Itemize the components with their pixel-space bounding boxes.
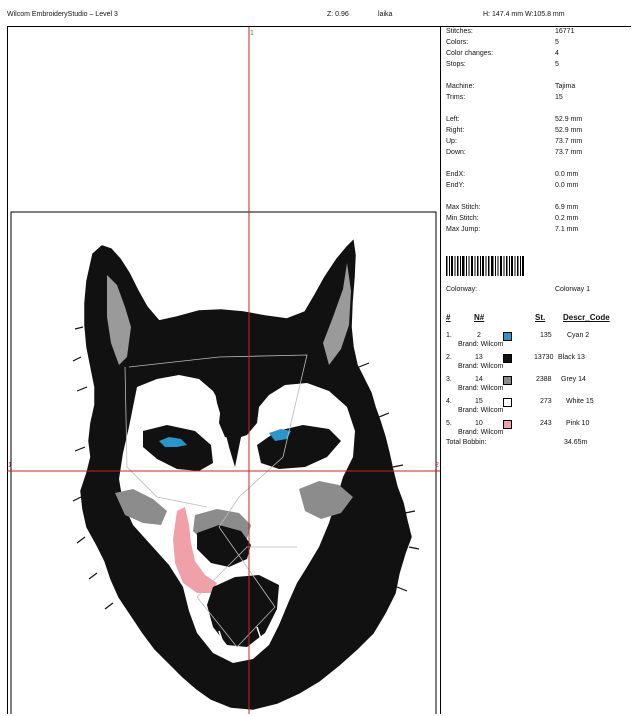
- stat-label: Left:: [446, 116, 460, 123]
- row-stitches: 13730: [534, 354, 554, 361]
- col-header-stitches: St.: [535, 313, 546, 322]
- colorway-row: Colorway: Colorway 1: [446, 286, 636, 296]
- stat-value: 52.9 mm: [555, 116, 583, 123]
- panel-divider: [440, 26, 441, 714]
- stat-value: 73.7 mm: [555, 149, 583, 156]
- colorway-label: Colorway:: [446, 286, 478, 293]
- print-preview-page: Wilcom EmbroideryStudio – Level 3 Z: 0.9…: [7, 6, 631, 714]
- stat-value: 73.7 mm: [555, 138, 583, 145]
- row-brand: Brand: Wilcom: [458, 385, 504, 392]
- stat-endy: EndY: 0.0 mm: [446, 182, 636, 192]
- guide-marker-top: 1: [250, 30, 254, 37]
- row-descr: White 15: [566, 398, 594, 405]
- stat-min-stitch: Min Stitch: 0.2 mm: [446, 215, 636, 225]
- stat-value: 52.9 mm: [555, 127, 583, 134]
- col-header-index: #: [446, 313, 451, 322]
- stat-label: Up:: [446, 138, 457, 145]
- stat-up: Up: 73.7 mm: [446, 138, 636, 148]
- guide-marker-right: 2: [435, 462, 439, 469]
- stat-label: Max Stitch:: [446, 204, 481, 211]
- colorway-value: Colorway 1: [555, 286, 591, 293]
- design-name: laika: [378, 11, 393, 18]
- stat-value: 5: [555, 61, 559, 68]
- stat-value: 6.9 mm: [555, 204, 579, 211]
- stat-stops: Stops: 5: [446, 61, 636, 71]
- stat-max-jump: Max Jump: 7.1 mm: [446, 226, 636, 236]
- stat-label: EndY:: [446, 182, 465, 189]
- stat-label: Color changes:: [446, 50, 494, 57]
- page-header: Wilcom EmbroideryStudio – Level 3 Z: 0.9…: [7, 6, 631, 26]
- stat-color-changes: Color changes: 4: [446, 50, 636, 60]
- wolf-design: [7, 27, 440, 714]
- row-stitches: 273: [540, 398, 552, 405]
- guide-marker-left: 1: [8, 462, 12, 469]
- stat-value: 7.1 mm: [555, 226, 579, 233]
- stat-machine: Machine: Tajima: [446, 83, 636, 93]
- stat-value: 5: [555, 39, 559, 46]
- stat-max-stitch: Max Stitch: 6.9 mm: [446, 204, 636, 214]
- stat-label: Max Jump:: [446, 226, 481, 233]
- row-stitches: 2388: [536, 376, 552, 383]
- row-stitches: 135: [540, 332, 552, 339]
- row-descr: Pink 10: [566, 420, 590, 427]
- stat-value: 15: [555, 94, 563, 101]
- color-swatch: [503, 420, 512, 429]
- row-stitches: 243: [540, 420, 552, 427]
- stat-value: 0.0 mm: [555, 182, 579, 189]
- row-brand: Brand: Wilcom: [458, 407, 504, 414]
- col-header-n: N#: [474, 313, 485, 322]
- row-n: 13: [475, 354, 483, 361]
- design-canvas: 1 1 2: [7, 27, 440, 714]
- row-descr: Grey 14: [561, 376, 586, 383]
- row-n: 14: [475, 376, 483, 383]
- stat-trims: Trims: 15: [446, 94, 636, 104]
- app-title: Wilcom EmbroideryStudio – Level 3: [7, 11, 118, 18]
- stat-value: 4: [555, 50, 559, 57]
- barcode: [446, 256, 524, 276]
- color-swatch: [503, 398, 512, 407]
- row-index: 2.: [446, 354, 452, 361]
- row-index: 5.: [446, 420, 452, 427]
- stat-label: Right:: [446, 127, 465, 134]
- row-n: 10: [475, 420, 483, 427]
- stat-value: 0.0 mm: [555, 171, 579, 178]
- color-swatch: [503, 376, 512, 385]
- color-swatch: [503, 354, 512, 363]
- row-index: 3.: [446, 376, 452, 383]
- stat-label: Down:: [446, 149, 466, 156]
- stat-value: Tajima: [555, 83, 576, 90]
- row-brand: Brand: Wilcom: [458, 429, 504, 436]
- stat-value: 16771: [555, 28, 575, 35]
- total-bobbin-value: 34.65m: [564, 439, 588, 446]
- stat-label: Machine:: [446, 83, 475, 90]
- stat-label: Min Stitch:: [446, 215, 479, 222]
- row-index: 1.: [446, 332, 452, 339]
- stat-label: Trims:: [446, 94, 466, 101]
- stat-label: Stops:: [446, 61, 466, 68]
- total-bobbin-label: Total Bobbin:: [446, 439, 487, 446]
- row-brand: Brand: Wilcom: [458, 341, 504, 348]
- row-index: 4.: [446, 398, 452, 405]
- zoom-level: Z: 0.96: [327, 11, 349, 18]
- stat-colors: Colors: 5: [446, 39, 636, 49]
- stat-down: Down: 73.7 mm: [446, 149, 636, 159]
- stat-label: Colors:: [446, 39, 469, 46]
- row-brand: Brand: Wilcom: [458, 363, 504, 370]
- stat-label: Stitches:: [446, 28, 473, 35]
- row-descr: Cyan 2: [567, 332, 590, 339]
- row-n: 15: [475, 398, 483, 405]
- stat-left: Left: 52.9 mm: [446, 116, 636, 126]
- stat-value: 0.2 mm: [555, 215, 579, 222]
- stat-endx: EndX: 0.0 mm: [446, 171, 636, 181]
- stat-stitches: Stitches: 16771: [446, 28, 636, 38]
- stat-label: EndX:: [446, 171, 466, 178]
- stat-right: Right: 52.9 mm: [446, 127, 636, 137]
- col-header-descr: Descr_Code: [563, 313, 610, 322]
- design-dimensions: H: 147.4 mm W:105.8 mm: [483, 11, 565, 18]
- color-swatch: [503, 332, 512, 341]
- row-n: 2: [477, 332, 481, 339]
- row-descr: Black 13: [558, 354, 585, 361]
